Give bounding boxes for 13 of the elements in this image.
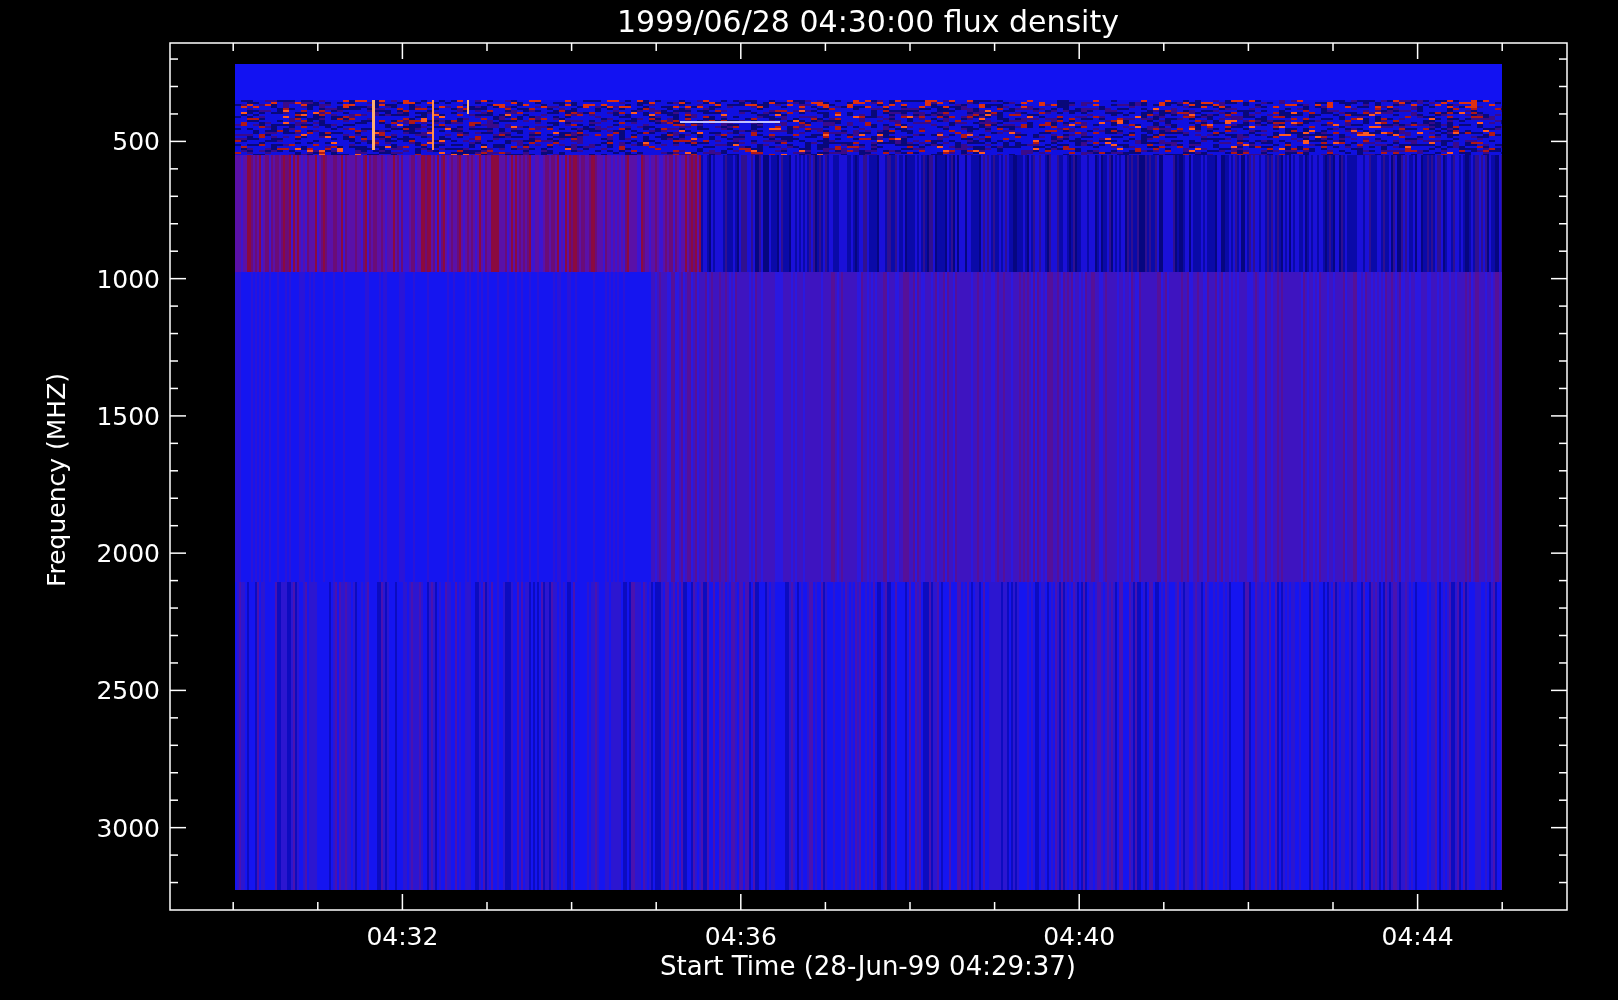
- axis-title: Frequency (MHZ): [42, 372, 71, 588]
- axis-tick-label: 2500: [96, 676, 160, 706]
- axis-tick-label: 2000: [96, 539, 160, 569]
- axis-tick-label: 1500: [96, 401, 160, 431]
- axis-tick-label: 04:36: [704, 922, 777, 951]
- axis-tick-label: 04:40: [1043, 922, 1116, 951]
- axis-tick-label: 04:32: [366, 922, 439, 951]
- axis-tick-label: 04:44: [1381, 922, 1454, 951]
- axis-tick-label: 500: [112, 127, 160, 157]
- chart-title: 1999/06/28 04:30:00 flux density: [617, 4, 1119, 39]
- axis-tick-label: 1000: [96, 264, 160, 294]
- axis-tick-label: 3000: [96, 813, 160, 843]
- axis-title: Start Time (28-Jun-99 04:29:37): [660, 951, 1076, 981]
